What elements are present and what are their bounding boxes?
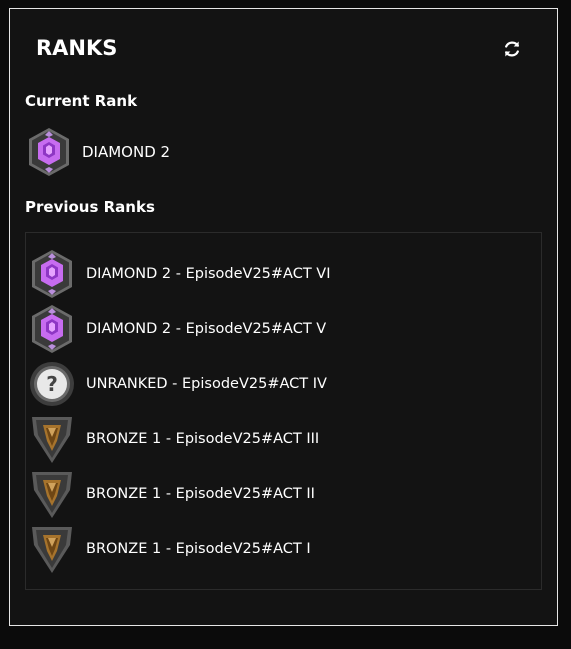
- diamond-rank-icon: [28, 303, 76, 355]
- rank-label: BRONZE 1 - EpisodeV25#ACT I: [86, 541, 311, 557]
- unranked-icon: ?: [28, 358, 76, 410]
- list-item: BRONZE 1 - EpisodeV25#ACT III: [28, 413, 319, 465]
- diamond-rank-icon: [28, 248, 76, 300]
- rank-label: DIAMOND 2 - EpisodeV25#ACT VI: [86, 266, 331, 282]
- current-rank: DIAMOND 2: [25, 126, 170, 178]
- bronze-rank-icon: [28, 413, 76, 465]
- bronze-rank-icon: [28, 523, 76, 575]
- previous-ranks-list: DIAMOND 2 - EpisodeV25#ACT VI DIAMOND 2 …: [25, 232, 542, 590]
- rank-label: UNRANKED - EpisodeV25#ACT IV: [86, 376, 327, 392]
- refresh-icon[interactable]: [502, 39, 522, 59]
- current-rank-heading: Current Rank: [25, 92, 138, 110]
- previous-ranks-heading: Previous Ranks: [25, 198, 155, 216]
- svg-text:?: ?: [46, 372, 58, 396]
- rank-label: DIAMOND 2 - EpisodeV25#ACT V: [86, 321, 327, 337]
- rank-label: BRONZE 1 - EpisodeV25#ACT II: [86, 486, 315, 502]
- list-item: ? UNRANKED - EpisodeV25#ACT IV: [28, 358, 327, 410]
- diamond-rank-icon: [25, 126, 73, 178]
- list-item: DIAMOND 2 - EpisodeV25#ACT V: [28, 303, 326, 355]
- rank-label: BRONZE 1 - EpisodeV25#ACT III: [86, 431, 320, 447]
- ranks-panel: RANKS Current Rank DIAMOND 2 Previous Ra…: [9, 8, 558, 626]
- bronze-rank-icon: [28, 468, 76, 520]
- list-item: BRONZE 1 - EpisodeV25#ACT I: [28, 523, 311, 575]
- list-item: BRONZE 1 - EpisodeV25#ACT II: [28, 468, 315, 520]
- current-rank-label: DIAMOND 2: [82, 143, 171, 161]
- bottom-strip: [0, 628, 571, 649]
- ranks-logo: RANKS: [36, 36, 118, 60]
- list-item: DIAMOND 2 - EpisodeV25#ACT VI: [28, 248, 331, 300]
